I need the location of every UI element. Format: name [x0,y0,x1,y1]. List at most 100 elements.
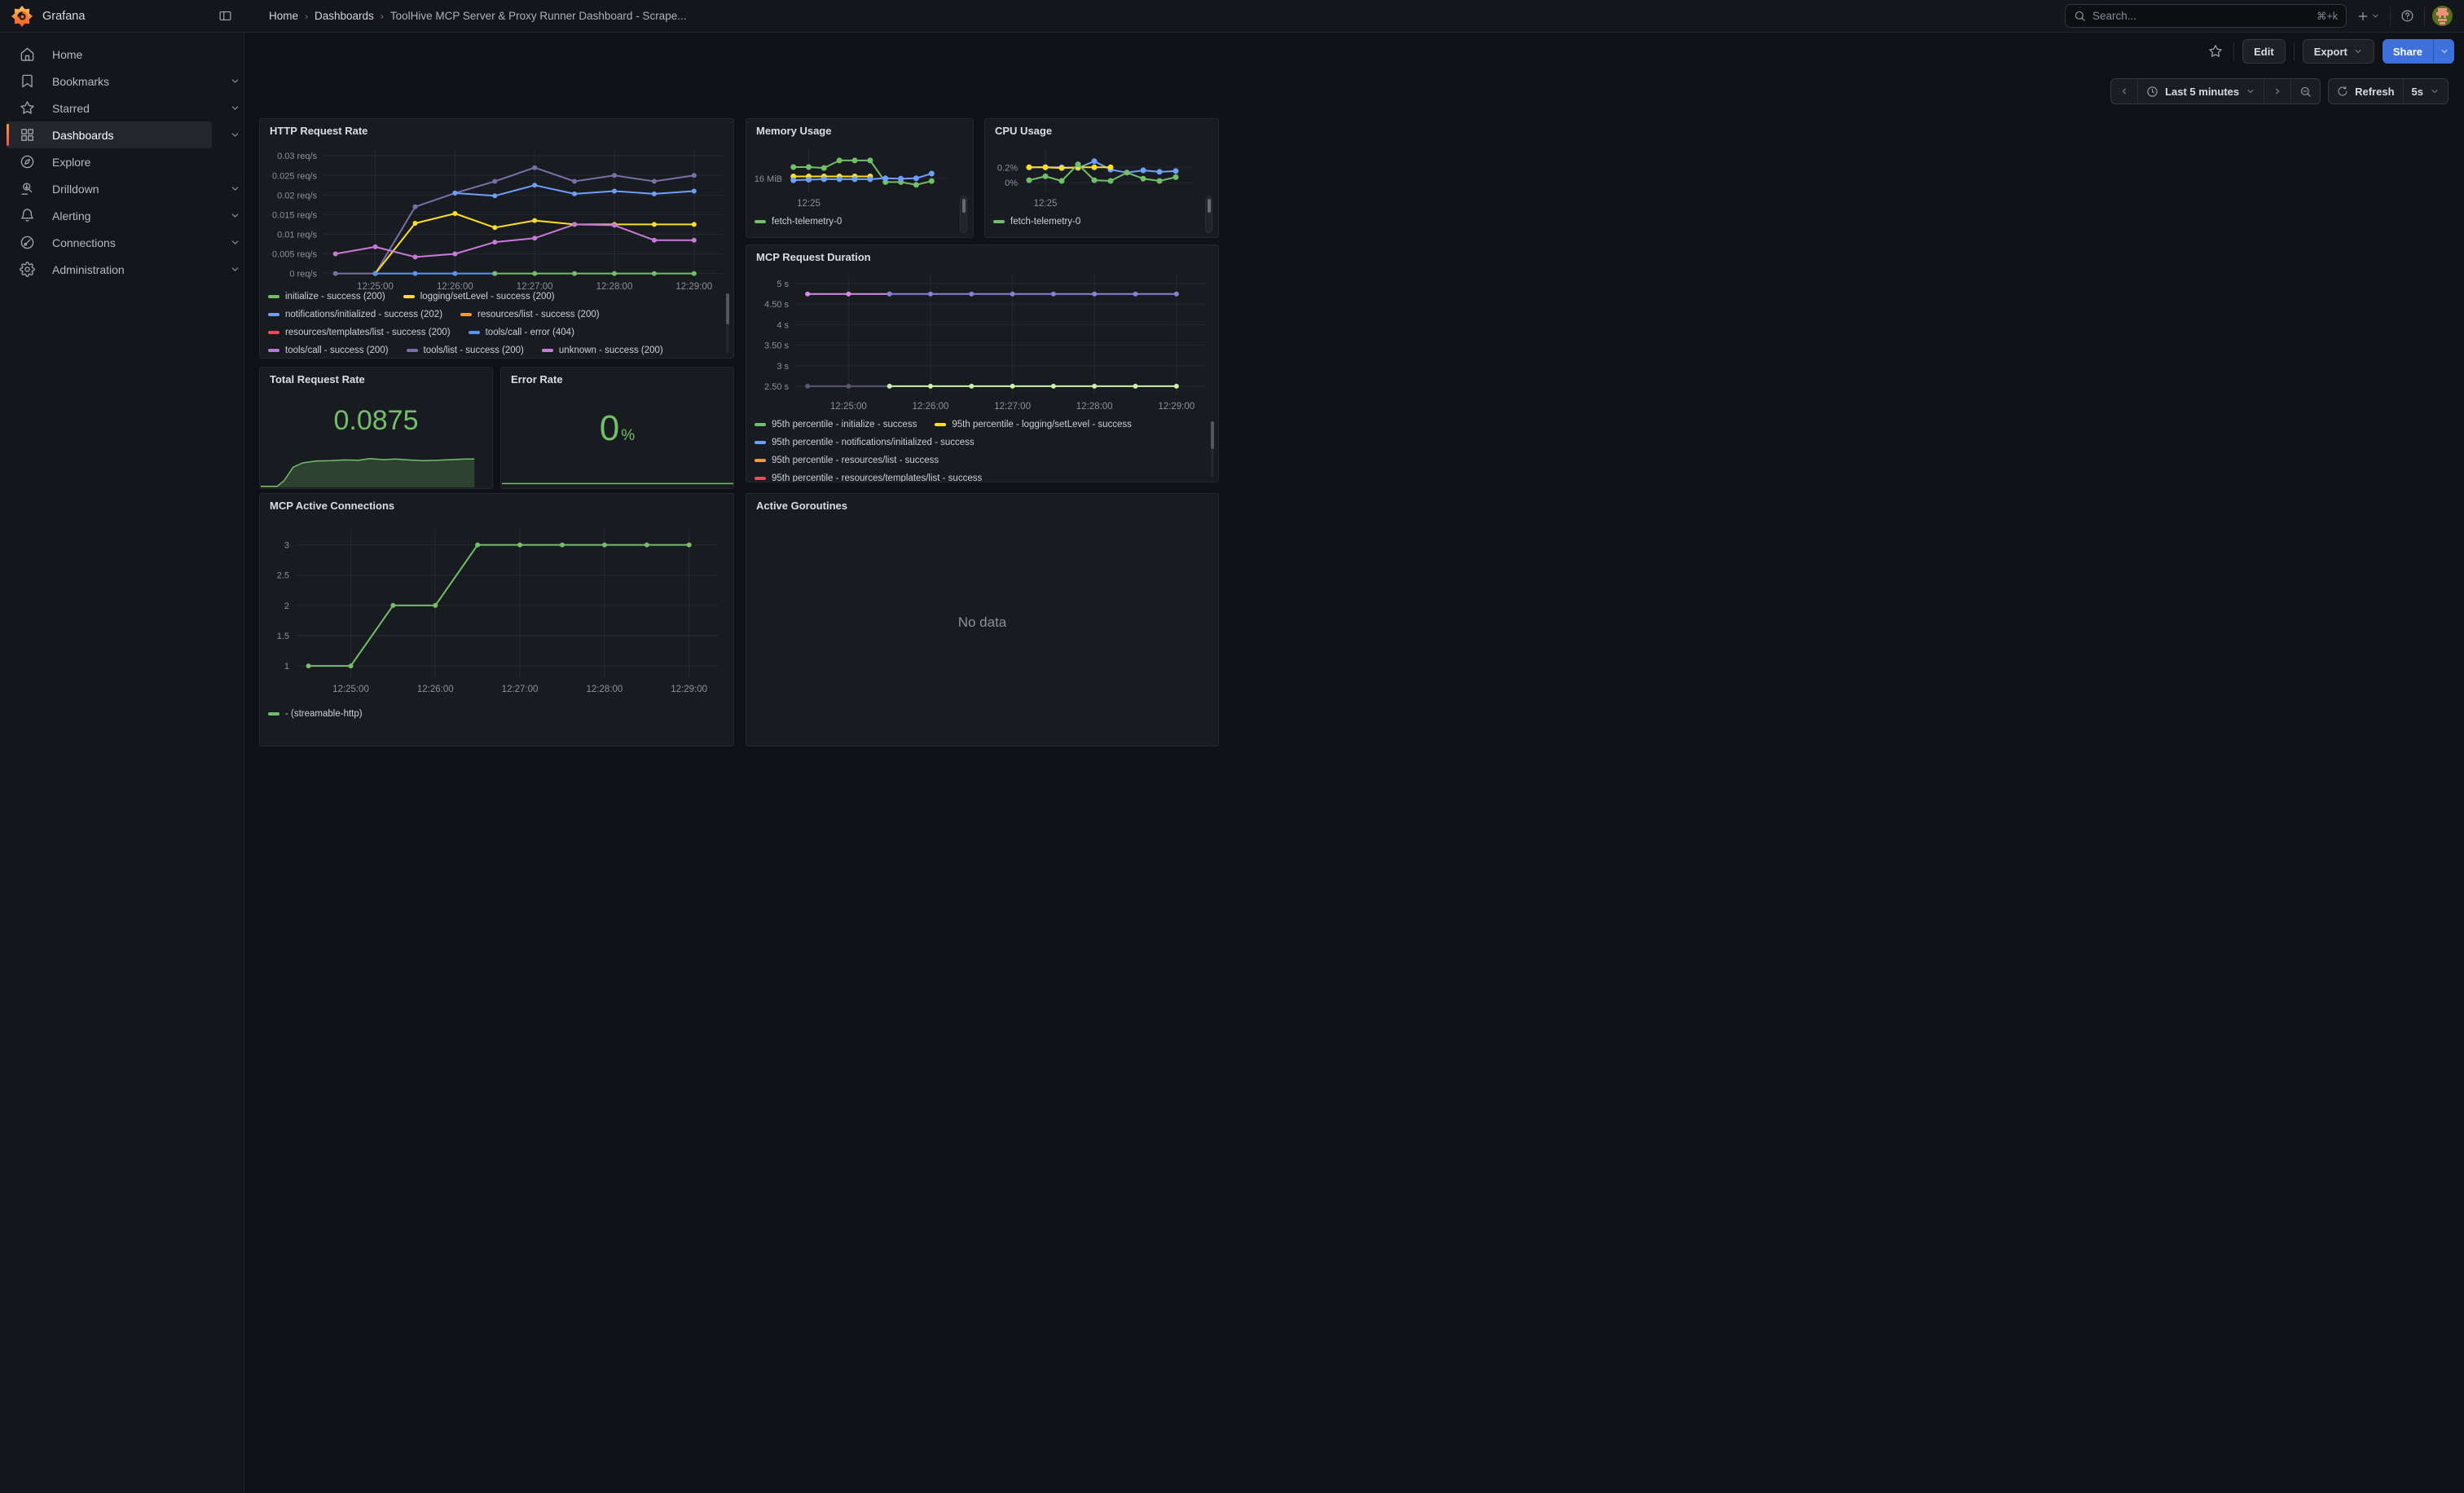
error-rate-sparkline[interactable] [502,477,734,487]
help-button[interactable] [2398,7,2417,25]
chevron-down-icon[interactable] [230,264,240,275]
sidebar-item-home[interactable]: Home [7,41,212,68]
svg-text:5 s: 5 s [777,280,789,289]
sidebar-item-drilldown[interactable]: Drilldown [7,175,212,202]
divider [2424,7,2425,25]
export-button[interactable]: Export [2303,39,2374,64]
panel-mcp-request-duration: MCP Request Duration 2.50 s3 s3.50 s4 s4… [746,244,1219,482]
sidebar-item-administration[interactable]: Administration [7,256,212,283]
chevron-down-icon[interactable] [230,237,240,248]
series-color-pill [268,349,279,352]
legend-item[interactable]: initialize - success (200) [268,292,385,302]
legend-item[interactable]: tools/list - success (200) [407,346,524,355]
svg-text:12:28:00: 12:28:00 [596,282,633,292]
dashboard-toolbar: Edit Export Share [2206,39,2454,64]
legend-item[interactable]: notifications/initialized - success (202… [268,310,442,319]
mcp-active-connections-chart[interactable]: 11.522.5312:25:0012:26:0012:27:0012:28:0… [263,522,730,699]
panel-title: HTTP Request Rate [270,125,367,137]
legend-item[interactable]: unknown - success (200) [542,346,663,355]
legend-scrollbar[interactable] [1205,196,1212,233]
time-shift-back-button[interactable] [2111,79,2137,103]
zoom-out-button[interactable] [2290,79,2320,103]
topbar-left: Grafana [0,0,244,32]
svg-text:3: 3 [284,541,289,551]
breadcrumb: Home › Dashboards › ToolHive MCP Server … [244,10,2065,22]
legend-item[interactable]: tools/call - success (200) [268,346,389,355]
sidebar-item-dashboards[interactable]: Dashboards [7,121,212,148]
mcp-request-duration-chart[interactable]: 2.50 s3 s3.50 s4 s4.50 s5 s12:25:0012:26… [750,268,1215,413]
search-input-wrap[interactable]: ⌘+k [2065,4,2347,28]
sidebar-item-bookmarks[interactable]: Bookmarks [7,68,212,95]
grafana-logo[interactable] [11,6,33,27]
sidebar-item-alerting[interactable]: Alerting [7,202,212,229]
panel-title: Error Rate [511,373,563,385]
panel-active-goroutines: Active Goroutines No data [746,493,1219,746]
chevron-down-icon[interactable] [230,76,240,86]
legend-scrollbar[interactable] [726,293,729,354]
sidebar: Home Bookmarks Starred Dashboards Explor… [0,33,244,1493]
sidebar-item-starred[interactable]: Starred [7,95,212,121]
legend-item[interactable]: 95th percentile - notifications/initiali… [755,438,975,447]
legend-item[interactable]: 95th percentile - resources/list - succe… [755,456,939,465]
legend-row: 95th percentile - notifications/initiali… [755,438,1205,447]
series-color-pill [755,423,766,426]
sidebar-item-label: Starred [52,102,90,115]
legend-label: logging/setLevel - success (200) [420,292,555,302]
favorite-star-button[interactable] [2206,42,2225,61]
bell-icon [20,208,35,223]
legend-item[interactable]: 95th percentile - resources/templates/li… [755,473,982,482]
legend-item[interactable]: - (streamable-http) [268,709,363,719]
search-input[interactable] [2092,10,2310,22]
bookmark-icon [20,73,35,89]
divider [2390,7,2391,25]
conn-legend: - (streamable-http) [268,709,720,746]
cpu-usage-chart[interactable]: 0.2%0%12:25 [988,143,1205,209]
legend-item[interactable]: 95th percentile - initialize - success [755,420,917,429]
user-avatar[interactable] [2432,6,2453,26]
share-button[interactable]: Share [2383,39,2433,64]
http-request-rate-chart[interactable]: 0 req/s0.005 req/s0.01 req/s0.015 req/s0… [263,143,730,295]
svg-text:0.01 req/s: 0.01 req/s [277,230,317,240]
legend-item[interactable]: fetch-telemetry-0 [755,217,842,227]
svg-text:12:28:00: 12:28:00 [586,685,623,694]
search-shortcut: ⌘+k [2317,10,2338,22]
svg-text:1: 1 [284,662,289,672]
sidebar-item-label: Dashboards [52,129,114,142]
legend-item[interactable]: resources/templates/list - success (200) [268,328,451,337]
add-new-button[interactable] [2354,7,2383,25]
share-menu-button[interactable] [2433,39,2454,64]
breadcrumb-home[interactable]: Home [269,10,298,22]
legend-item[interactable]: resources/list - success (200) [460,310,600,319]
legend-item[interactable]: logging/setLevel - success (200) [403,292,555,302]
legend-item[interactable]: tools/call - error (404) [469,328,574,337]
chevron-down-icon [2430,86,2440,96]
breadcrumb-dashboards[interactable]: Dashboards [315,10,374,22]
sidebar-item-label: Drilldown [52,183,99,196]
breadcrumb-separator: › [381,11,384,22]
chevron-left-icon [2119,86,2129,96]
edit-button[interactable]: Edit [2242,39,2286,64]
sidebar-item-explore[interactable]: Explore [7,148,212,175]
series-color-pill [755,220,766,223]
zoom-out-icon [2299,86,2312,98]
panel-title: Memory Usage [756,125,831,137]
legend-scrollbar[interactable] [1211,421,1214,478]
sidebar-toggle-icon[interactable] [216,7,235,25]
legend-scrollbar[interactable] [960,196,967,233]
sidebar-item-connections[interactable]: Connections [7,229,212,256]
time-shift-forward-button[interactable] [2264,79,2290,103]
chevron-down-icon[interactable] [230,210,240,221]
svg-text:12:25:00: 12:25:00 [357,282,394,292]
chevron-down-icon[interactable] [230,103,240,113]
legend-item[interactable]: 95th percentile - logging/setLevel - suc… [935,420,1132,429]
memory-usage-chart[interactable]: 16 MiB12:25 [750,143,960,209]
time-range-picker[interactable]: Last 5 minutes [2137,79,2264,103]
refresh-interval-picker[interactable]: 5s [2403,79,2448,103]
refresh-icon [2337,86,2348,97]
refresh-button[interactable]: Refresh [2329,79,2402,103]
legend-item[interactable]: fetch-telemetry-0 [993,217,1080,227]
divider [2294,42,2295,60]
chevron-down-icon[interactable] [230,130,240,140]
panel-error-rate: Error Rate 0 % [500,367,734,489]
chevron-down-icon[interactable] [230,183,240,194]
